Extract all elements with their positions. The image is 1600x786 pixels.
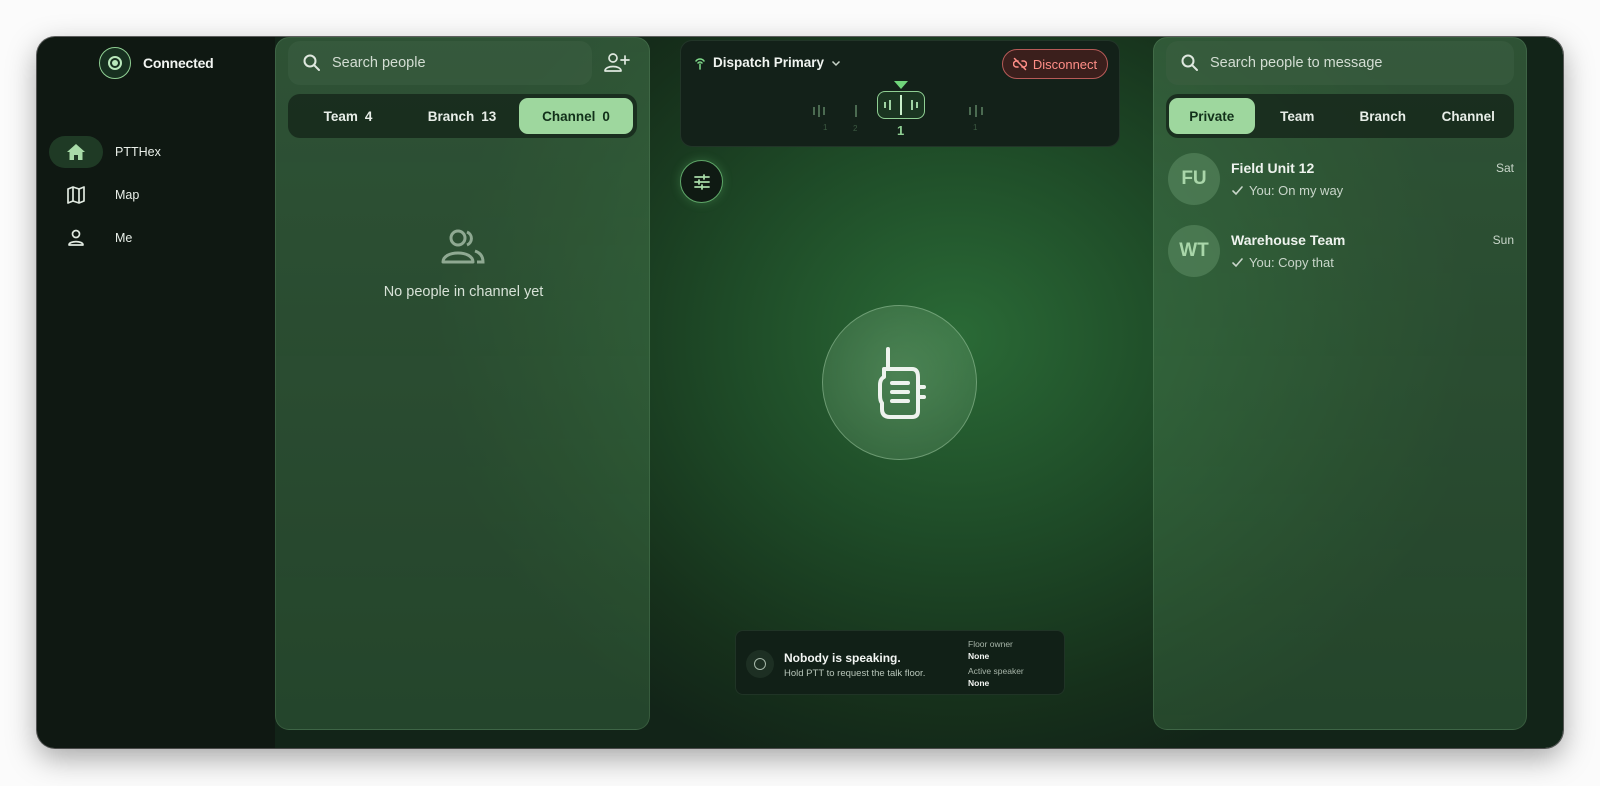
channel-dial[interactable]: 1 2 1 1 xyxy=(809,81,993,141)
nav-item-me[interactable]: Me xyxy=(49,222,249,254)
current-channel-number: 1 xyxy=(897,123,905,138)
idle-circle-icon xyxy=(746,650,774,678)
tab-channel[interactable]: Channel xyxy=(1426,98,1512,134)
dial-ghost-number: 1 xyxy=(973,123,978,132)
active-speaker-value: None xyxy=(968,678,990,688)
conversation-name: Field Unit 12 xyxy=(1231,160,1315,176)
tab-private[interactable]: Private xyxy=(1169,98,1255,134)
tab-team[interactable]: Team xyxy=(1255,98,1341,134)
map-icon xyxy=(49,179,103,211)
add-person-icon xyxy=(604,53,630,72)
message-filter-tabs: Private Team Branch Channel xyxy=(1166,94,1514,138)
people-search-input[interactable]: Search people xyxy=(288,41,592,85)
connection-status-label: Connected xyxy=(143,55,214,71)
channel-bar: Dispatch Primary Disconnect 1 2 1 1 xyxy=(680,40,1120,147)
home-icon xyxy=(49,136,103,168)
avatar: FU xyxy=(1168,153,1220,205)
walkie-talkie-icon xyxy=(877,346,926,419)
avatar: WT xyxy=(1168,225,1220,277)
link-off-icon xyxy=(1012,57,1027,71)
dial-pointer-icon xyxy=(894,81,908,89)
connection-status: Connected xyxy=(99,47,214,79)
search-icon xyxy=(303,54,320,71)
message-search-input[interactable]: Search people to message xyxy=(1166,41,1514,85)
sidebar: Connected PTTHex Map Me xyxy=(37,37,275,748)
search-icon xyxy=(1181,54,1198,71)
tab-branch[interactable]: Branch 13 xyxy=(405,98,519,134)
conversation-time: Sun xyxy=(1492,233,1514,247)
dial-ghost-number: 1 xyxy=(823,123,828,132)
dial-ghost-number: 2 xyxy=(853,124,858,133)
audio-settings-button[interactable] xyxy=(680,160,723,203)
chevron-down-icon xyxy=(832,60,841,66)
check-icon xyxy=(1232,258,1243,268)
people-group-icon xyxy=(441,229,485,264)
nav-item-label: PTTHex xyxy=(115,145,161,159)
conversation-preview: You: Copy that xyxy=(1231,255,1334,270)
talk-status-title: Nobody is speaking. xyxy=(784,651,901,665)
connection-status-icon xyxy=(99,47,131,79)
channel-selector[interactable]: Dispatch Primary xyxy=(693,55,842,70)
nav-item-label: Me xyxy=(115,231,133,245)
signal-icon xyxy=(695,57,705,70)
people-search-placeholder: Search people xyxy=(332,55,426,71)
conversation-name: Warehouse Team xyxy=(1231,232,1346,248)
nav-item-ptthex[interactable]: PTTHex xyxy=(49,136,249,168)
push-to-talk-button[interactable] xyxy=(822,305,977,460)
conversation-item[interactable]: FU Field Unit 12 You: On my way Sat xyxy=(1168,153,1514,205)
people-filter-tabs: Team 4 Branch 13 Channel 0 xyxy=(288,94,637,138)
disconnect-button[interactable]: Disconnect xyxy=(1002,49,1108,79)
floor-owner-label: Floor owner xyxy=(968,639,1013,649)
talk-status-card: Nobody is speaking. Hold PTT to request … xyxy=(735,630,1065,695)
tab-branch[interactable]: Branch xyxy=(1340,98,1426,134)
nav-item-map[interactable]: Map xyxy=(49,179,249,211)
floor-owner-value: None xyxy=(968,651,990,661)
check-icon xyxy=(1232,186,1243,196)
message-search-placeholder: Search people to message xyxy=(1210,55,1383,71)
channel-name: Dispatch Primary xyxy=(713,55,825,70)
sliders-icon xyxy=(693,173,710,190)
conversation-preview: You: On my way xyxy=(1231,183,1343,198)
nav-item-label: Map xyxy=(115,188,140,202)
people-panel: Search people Team 4 Branch 13 Channel 0 No… xyxy=(275,37,650,730)
tab-channel[interactable]: Channel 0 xyxy=(519,98,633,134)
tab-team[interactable]: Team 4 xyxy=(291,98,405,134)
app-window: Connected PTTHex Map Me Search people Te… xyxy=(37,37,1563,748)
empty-state-text: No people in channel yet xyxy=(383,284,544,300)
active-speaker-label: Active speaker xyxy=(968,666,1024,676)
talk-status-subtitle: Hold PTT to request the talk floor. xyxy=(784,668,926,679)
conversation-item[interactable]: WT Warehouse Team You: Copy that Sun xyxy=(1168,225,1514,277)
messages-panel: Search people to message Private Team Br… xyxy=(1153,37,1527,730)
person-icon xyxy=(49,222,103,254)
conversation-time: Sat xyxy=(1495,161,1514,175)
add-person-button[interactable] xyxy=(603,51,631,75)
